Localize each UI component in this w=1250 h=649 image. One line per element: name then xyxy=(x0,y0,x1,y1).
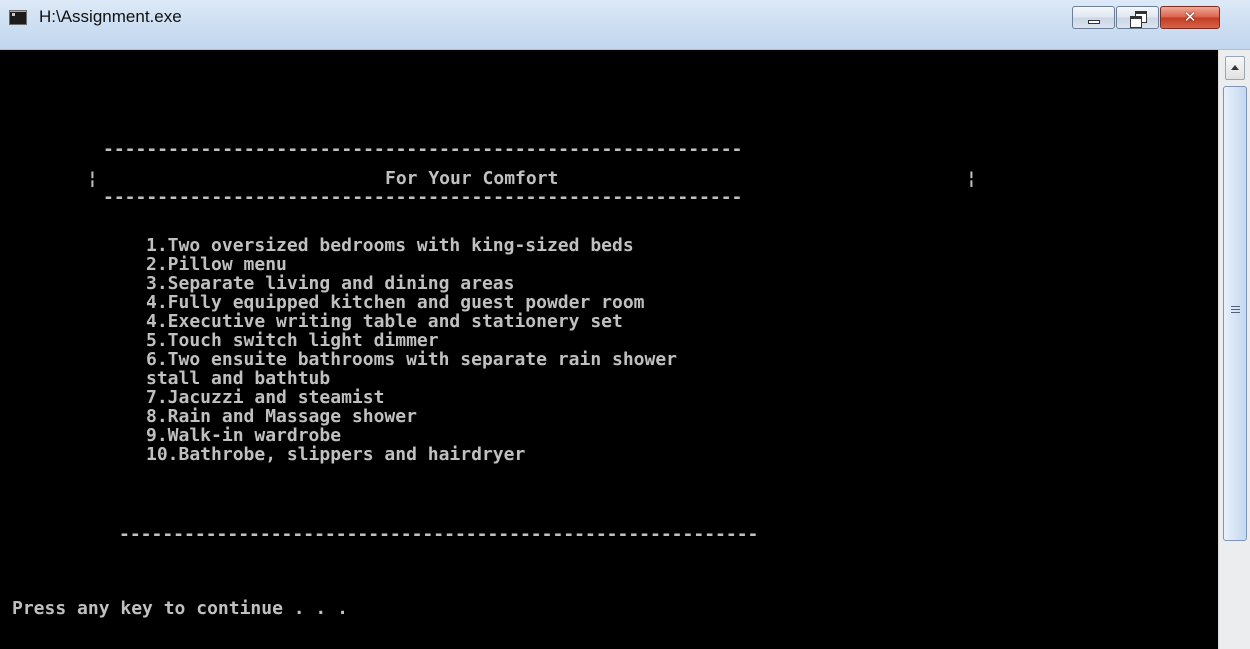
close-button[interactable]: ✕ xyxy=(1160,6,1220,29)
divider-top: ----------------------------------------… xyxy=(103,139,743,160)
divider-bottom: ----------------------------------------… xyxy=(119,524,759,545)
restore-button[interactable] xyxy=(1116,6,1159,29)
title-bar[interactable]: H:\Assignment.exe ✕ xyxy=(0,0,1250,50)
scroll-up-arrow-icon[interactable] xyxy=(1225,56,1245,80)
box-border-right: ¦ xyxy=(966,168,977,189)
list-item: 4.Fully equipped kitchen and guest powde… xyxy=(146,292,645,313)
list-item: 7.Jacuzzi and steamist xyxy=(146,387,385,408)
minimize-icon xyxy=(1088,20,1100,24)
divider-mid: ----------------------------------------… xyxy=(103,187,743,208)
list-item: 2.Pillow menu xyxy=(146,254,287,275)
grip-icon xyxy=(1231,306,1240,314)
list-item: 3.Separate living and dining areas xyxy=(146,273,515,294)
close-icon: ✕ xyxy=(1183,8,1197,26)
minimize-button[interactable] xyxy=(1072,6,1115,29)
list-item: 4.Executive writing table and stationery… xyxy=(146,311,623,332)
window-title: H:\Assignment.exe xyxy=(39,7,182,26)
restore-icon xyxy=(1130,11,1148,28)
list-item: 5.Touch switch light dimmer xyxy=(146,330,439,351)
list-item: 10.Bathrobe, slippers and hairdryer xyxy=(146,444,526,465)
list-item: 8.Rain and Massage shower xyxy=(146,406,417,427)
list-item: 6.Two ensuite bathrooms with separate ra… xyxy=(146,349,678,370)
console-app-icon[interactable] xyxy=(9,10,27,25)
list-item: 1.Two oversized bedrooms with king-sized… xyxy=(146,235,634,256)
list-item: 9.Walk-in wardrobe xyxy=(146,425,342,446)
scroll-thumb[interactable] xyxy=(1223,86,1247,541)
console-output[interactable]: ----------------------------------------… xyxy=(0,50,1218,649)
vertical-scrollbar[interactable] xyxy=(1218,50,1250,649)
console-window: H:\Assignment.exe ✕ --------------------… xyxy=(0,0,1250,649)
box-border-left: ¦ xyxy=(87,168,98,189)
list-item: stall and bathtub xyxy=(146,368,331,389)
section-heading: For Your Comfort xyxy=(385,168,559,189)
continue-prompt: Press any key to continue . . . xyxy=(12,598,348,619)
